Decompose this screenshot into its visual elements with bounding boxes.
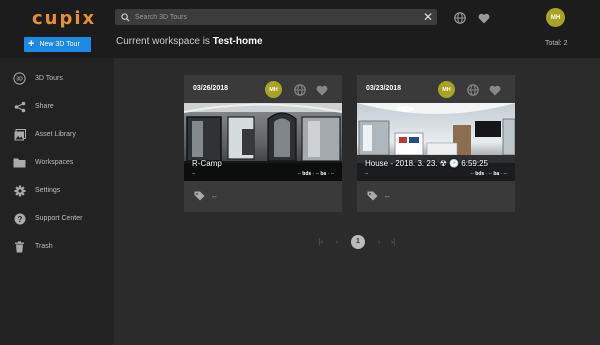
app-logo[interactable]: cupix (32, 8, 96, 29)
sidebar-item-share[interactable]: Share (13, 100, 54, 113)
pagination: |‹ ‹ 1 › ›| (316, 235, 398, 249)
tour-thumbnail[interactable]: R-Camp -- -- bds · -- ba · -- (184, 103, 342, 181)
first-page-button[interactable]: |‹ (316, 239, 326, 246)
bds-label: bds (302, 171, 312, 177)
total-count: Total: 2 (545, 40, 568, 47)
favorite-heart-icon[interactable] (489, 83, 501, 101)
sidebar-item-settings[interactable]: Settings (13, 184, 60, 197)
tour-subtitle: -- (365, 171, 369, 177)
tour-title: R-Camp (192, 159, 222, 168)
plus-icon: + (28, 38, 35, 50)
sidebar-item-label: Share (35, 103, 54, 110)
meta-trail: -- (503, 171, 507, 177)
top-bar: cupix + New 3D Tour ✕ MH Current workspa… (0, 0, 600, 58)
tour-thumbnail[interactable]: House - 2018. 3. 23. ☢ 🕑 6:59:25 -- -- b… (357, 103, 515, 181)
ba-value: -- (488, 171, 492, 177)
tour-tags: -- (385, 193, 390, 201)
next-page-button[interactable]: › (374, 239, 384, 246)
sidebar-item-workspaces[interactable]: Workspaces (13, 156, 73, 169)
globe-icon[interactable] (454, 11, 466, 29)
workspace-prefix: Current workspace is (116, 36, 213, 47)
workspace-name[interactable]: Test-home (213, 36, 263, 47)
last-page-button[interactable]: ›| (388, 239, 398, 246)
tag-icon (367, 191, 378, 203)
360-icon: 3D (13, 72, 26, 85)
tour-date: 03/23/2018 (366, 85, 402, 92)
workspace-label: Current workspace is Test-home (116, 36, 263, 47)
bds-label: bds (475, 171, 485, 177)
sidebar-item-label: Settings (35, 187, 61, 194)
meta-trail: -- (330, 171, 334, 177)
page-1-button[interactable]: 1 (351, 235, 365, 249)
svg-text:?: ? (17, 214, 22, 223)
tour-meta: -- bds · -- ba · -- (470, 171, 507, 177)
heart-icon[interactable] (478, 11, 490, 29)
bds-value: -- (470, 171, 474, 177)
user-avatar[interactable]: MH (546, 8, 565, 27)
new-3d-tour-button[interactable]: + New 3D Tour (24, 37, 91, 52)
tag-row[interactable]: -- (367, 191, 390, 203)
tour-card[interactable]: 03/26/2018 MH R-Camp -- -- bds · -- ba ·… (184, 75, 342, 212)
image-library-icon (13, 128, 26, 141)
search-bar: ✕ (115, 9, 437, 25)
share-icon (13, 100, 26, 113)
ba-label: ba (320, 171, 327, 177)
tag-icon (194, 191, 205, 203)
folder-icon (13, 156, 26, 169)
ba-label: ba (493, 171, 500, 177)
sidebar-item-asset-library[interactable]: Asset Library (13, 128, 76, 141)
sidebar-item-3d-tours[interactable]: 3D 3D Tours (13, 72, 63, 85)
search-input[interactable] (135, 13, 419, 21)
bds-value: -- (297, 171, 301, 177)
sidebar-item-label: 3D Tours (35, 75, 63, 82)
tour-card[interactable]: 03/23/2018 MH House - 2018. 3. 23. ☢ � (357, 75, 515, 212)
tour-meta: -- bds · -- ba · -- (297, 171, 334, 177)
sidebar-item-label: Asset Library (35, 131, 76, 138)
help-icon: ? (13, 212, 26, 225)
owner-avatar: MH (438, 81, 455, 98)
favorite-heart-icon[interactable] (316, 83, 328, 101)
gear-icon (13, 184, 26, 197)
sidebar-item-support-center[interactable]: ? Support Center (13, 212, 82, 225)
sidebar-item-label: Workspaces (35, 159, 74, 166)
ba-value: -- (315, 171, 319, 177)
sidebar-item-label: Support Center (35, 215, 83, 222)
sidebar-item-trash[interactable]: Trash (13, 240, 53, 253)
tour-title: House - 2018. 3. 23. ☢ 🕑 6:59:25 (365, 159, 488, 168)
sidebar: 3D 3D Tours Share Asset Library Workspac… (0, 58, 114, 345)
tag-row[interactable]: -- (194, 191, 217, 203)
trash-icon (13, 240, 26, 253)
panorama-living-room-image (357, 103, 515, 181)
globe-icon[interactable] (294, 83, 306, 101)
prev-page-button[interactable]: ‹ (332, 239, 342, 246)
tour-subtitle: -- (192, 171, 196, 177)
svg-text:3D: 3D (16, 77, 23, 83)
globe-icon[interactable] (467, 83, 479, 101)
sidebar-item-label: Trash (35, 243, 53, 250)
panorama-office-image (184, 103, 342, 181)
clear-search-icon[interactable]: ✕ (419, 9, 437, 25)
owner-avatar: MH (265, 81, 282, 98)
tour-tags: -- (212, 193, 217, 201)
new-3d-tour-label: New 3D Tour (39, 41, 80, 48)
tour-date: 03/26/2018 (193, 85, 229, 92)
search-icon (115, 12, 135, 22)
